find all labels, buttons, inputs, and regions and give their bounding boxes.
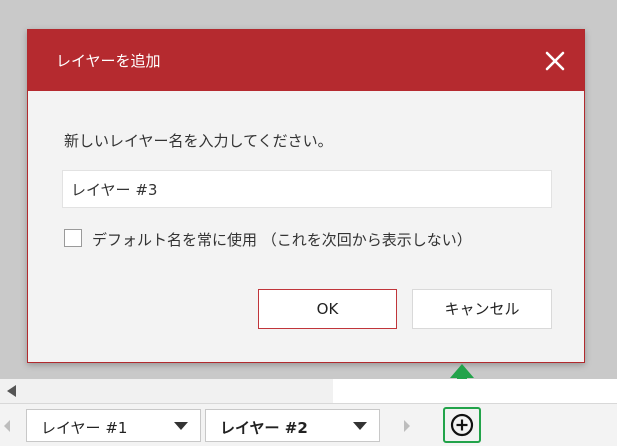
scrollbar-track[interactable]: [333, 379, 617, 403]
triangle-right-icon: [404, 420, 410, 432]
close-button[interactable]: [540, 46, 570, 76]
add-layer-dialog: レイヤーを追加 新しいレイヤー名を入力してください。 デフォルト名を常に使用 （…: [27, 29, 585, 363]
dialog-titlebar: レイヤーを追加: [28, 30, 584, 91]
layer-tab-2[interactable]: レイヤー #2: [205, 409, 380, 442]
layer-tab-bar: レイヤー #1 レイヤー #2: [0, 403, 617, 446]
plus-circle-icon: [450, 413, 474, 437]
dialog-title: レイヤーを追加: [56, 52, 161, 70]
cancel-button[interactable]: キャンセル: [412, 289, 552, 329]
close-icon: [545, 51, 565, 71]
triangle-left-icon: [4, 420, 10, 432]
layer-tab-label: レイヤー #1: [41, 419, 128, 437]
scroll-left-button[interactable]: [0, 379, 24, 403]
next-tab-button[interactable]: [402, 418, 412, 434]
layer-name-input[interactable]: [62, 170, 552, 208]
default-name-checkbox[interactable]: [64, 229, 82, 247]
triangle-left-icon: [7, 385, 16, 397]
dialog-prompt: 新しいレイヤー名を入力してください。: [64, 132, 333, 150]
prev-tab-button[interactable]: [2, 418, 12, 434]
horizontal-scrollbar[interactable]: [0, 379, 617, 403]
layer-tab-label: レイヤー #2: [220, 419, 308, 437]
default-name-checkbox-label[interactable]: デフォルト名を常に使用 （これを次回から表示しない）: [92, 229, 472, 250]
ok-button[interactable]: OK: [258, 289, 397, 329]
chevron-down-icon[interactable]: [353, 422, 367, 430]
add-layer-button[interactable]: [443, 407, 481, 443]
layer-tab-1[interactable]: レイヤー #1: [26, 409, 201, 442]
chevron-down-icon[interactable]: [174, 422, 188, 430]
